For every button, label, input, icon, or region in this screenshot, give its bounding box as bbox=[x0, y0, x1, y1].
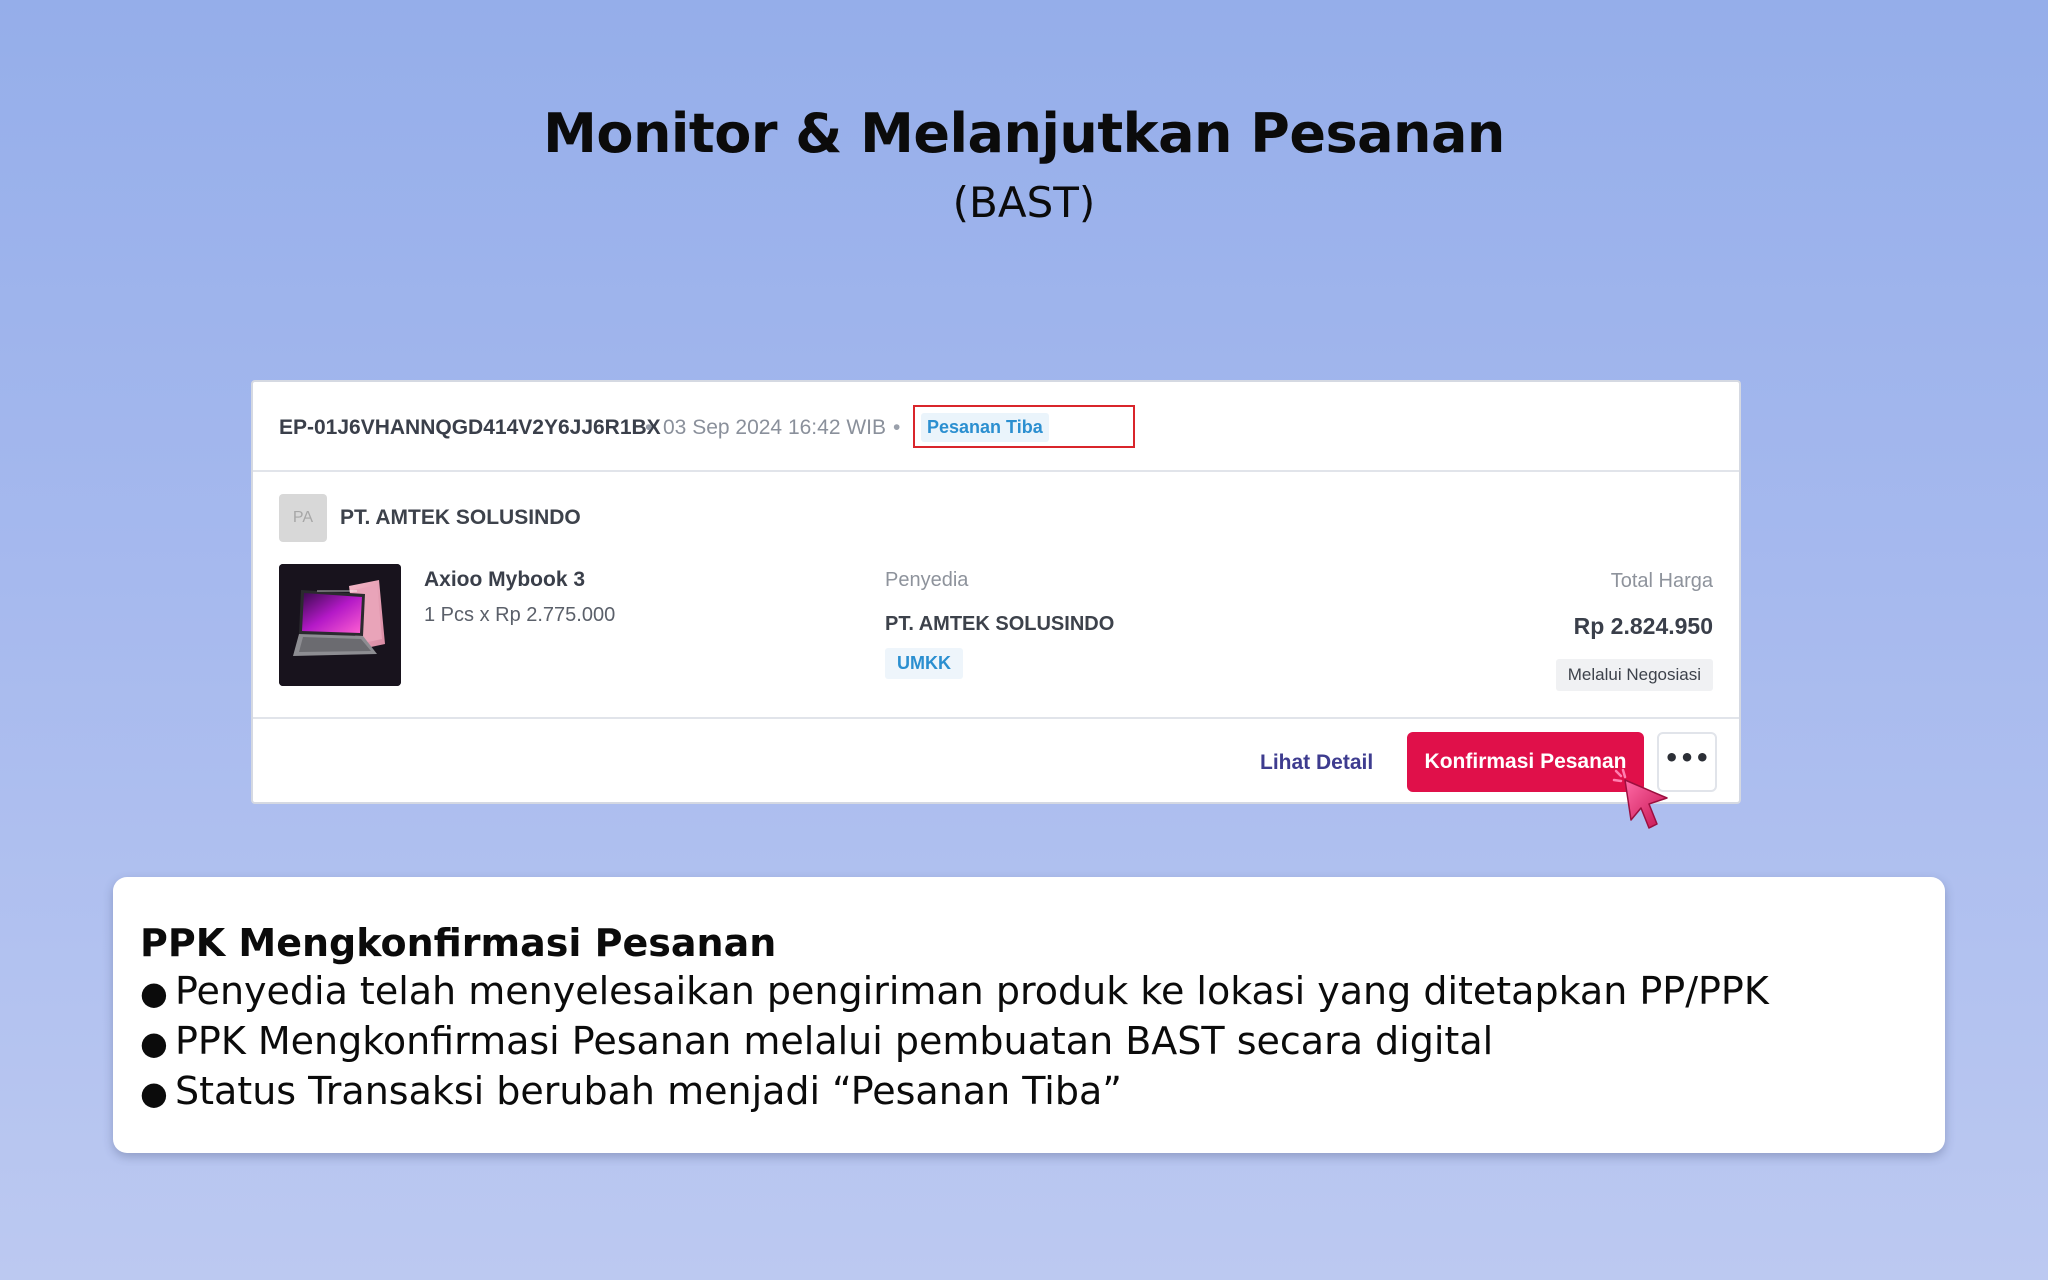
separator-dot: • bbox=[645, 416, 653, 439]
status-highlight-box: Pesanan Tiba bbox=[913, 405, 1135, 448]
bullet-icon: ● bbox=[140, 1074, 168, 1112]
total-price-label: Total Harga bbox=[1610, 570, 1713, 592]
confirm-order-button[interactable]: Konfirmasi Pesanan bbox=[1407, 732, 1644, 792]
order-card-header: EP-01J6VHANNQGD414V2Y6JJ6R1BX • 03 Sep 2… bbox=[253, 382, 1739, 472]
vendor-name: PT. AMTEK SOLUSINDO bbox=[885, 613, 1115, 635]
divider bbox=[253, 717, 1739, 719]
vendor-tag: UMKK bbox=[885, 648, 963, 679]
bullet-icon: ● bbox=[140, 1024, 168, 1062]
list-item: ● Status Transaksi berubah menjadi “Pesan… bbox=[140, 1067, 1918, 1117]
bullet-icon: ● bbox=[140, 974, 168, 1012]
order-card: EP-01J6VHANNQGD414V2Y6JJ6R1BX • 03 Sep 2… bbox=[251, 380, 1741, 829]
info-list: ● Penyedia telah menyelesaikan pengiriman… bbox=[140, 967, 1918, 1117]
slide-title: Monitor & Melanjutkan Pesanan bbox=[543, 102, 1505, 165]
vendor-label: Penyedia bbox=[885, 569, 969, 591]
cursor-icon bbox=[1612, 768, 1668, 829]
product-name[interactable]: Axioo Mybook 3 bbox=[424, 568, 585, 592]
separator-dot: • bbox=[893, 416, 901, 439]
view-detail-link[interactable]: Lihat Detail bbox=[1260, 751, 1373, 775]
negotiation-tag: Melalui Negosiasi bbox=[1555, 659, 1713, 691]
total-price-value: Rp 2.824.950 bbox=[1573, 613, 1713, 639]
seller-name: PT. AMTEK SOLUSINDO bbox=[340, 506, 581, 529]
product-quantity-price: 1 Pcs x Rp 2.775.000 bbox=[424, 604, 616, 626]
list-item-text: PPK Mengkonfirmasi Pesanan melalui pembu… bbox=[175, 1019, 1494, 1063]
order-id: EP-01J6VHANNQGD414V2Y6JJ6R1BX bbox=[279, 416, 661, 439]
order-date: 03 Sep 2024 16:42 WIB bbox=[663, 416, 886, 439]
seller-avatar: PA bbox=[279, 494, 327, 542]
slide-subtitle: (BAST) bbox=[952, 178, 1096, 227]
status-badge: Pesanan Tiba bbox=[921, 413, 1049, 442]
list-item: ● PPK Mengkonfirmasi Pesanan melalui pemb… bbox=[140, 1017, 1918, 1067]
list-item-text: Status Transaksi berubah menjadi “Pesana… bbox=[175, 1069, 1122, 1113]
list-item-text: Penyedia telah menyelesaikan pengiriman … bbox=[175, 969, 1769, 1013]
info-heading: PPK Mengkonfirmasi Pesanan bbox=[140, 921, 777, 965]
list-item: ● Penyedia telah menyelesaikan pengiriman… bbox=[140, 967, 1918, 1017]
laptop-icon[interactable] bbox=[279, 564, 401, 686]
info-box: PPK Mengkonfirmasi Pesanan ● Penyedia tel… bbox=[113, 877, 1945, 1153]
